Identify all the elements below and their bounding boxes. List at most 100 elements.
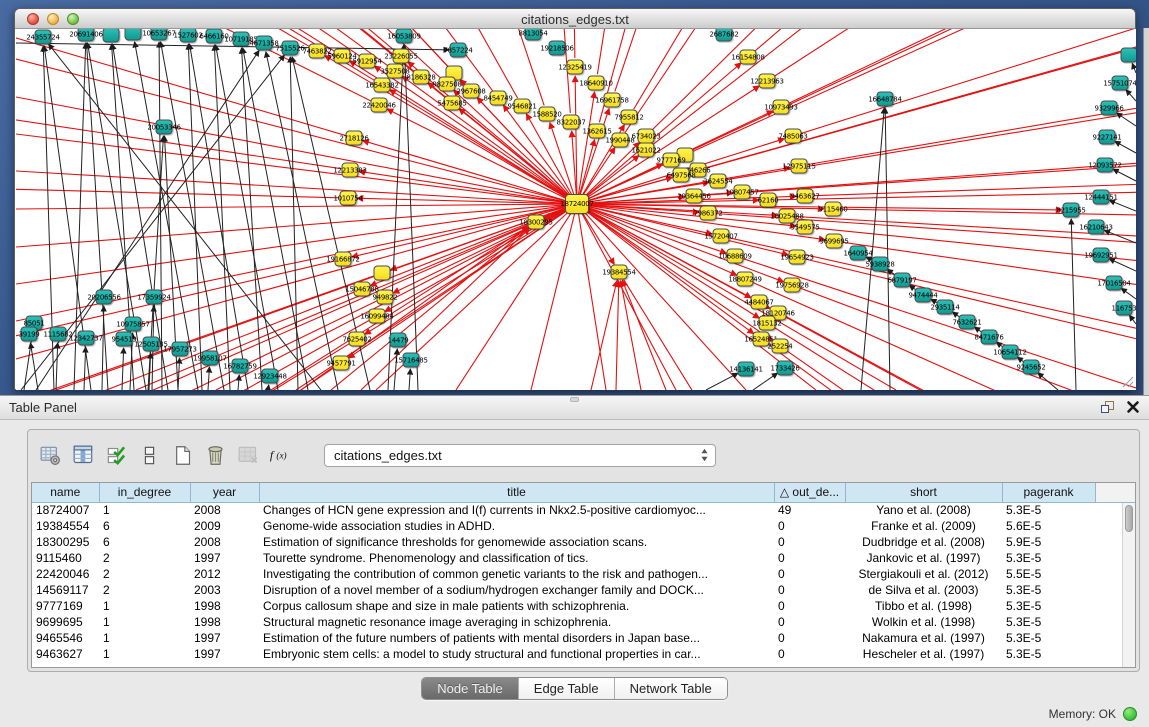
table-row[interactable]: 1456911722003Disruption of a novel membe… (32, 582, 1135, 598)
graph-node[interactable]: 10025488 (779, 209, 796, 224)
graph-node[interactable]: 7955812 (621, 110, 638, 125)
panel-resize-handle[interactable] (570, 397, 579, 402)
graph-node[interactable]: 7515526 (282, 41, 299, 56)
cell-out_degree[interactable]: 0 (774, 582, 845, 598)
cell-title[interactable]: Disruption of a novel member of a sodium… (259, 582, 774, 598)
graph-node[interactable]: 9549575 (797, 220, 814, 235)
cell-short[interactable]: Dudbridge et al. (2008) (845, 534, 1002, 550)
graph-node[interactable]: 12505135 (143, 337, 160, 352)
graph-node[interactable]: 7625402 (349, 332, 366, 347)
graph-node[interactable]: 1362615 (589, 124, 606, 139)
graph-node[interactable]: 18724007 (565, 194, 589, 214)
function-builder-icon[interactable]: f(x) (269, 443, 293, 467)
cell-pagerank[interactable]: 5.9E-5 (1002, 534, 1095, 550)
graph-node[interactable]: 17359924 (146, 290, 163, 305)
graph-node[interactable]: 14136141 (738, 362, 755, 377)
graph-node[interactable]: 18807249 (737, 272, 754, 287)
graph-node[interactable]: 3624554 (710, 174, 727, 189)
graph-node[interactable]: 15751074 (1112, 76, 1129, 91)
graph-node[interactable]: 12444151 (1093, 190, 1110, 205)
graph-node[interactable]: 16053809 (396, 29, 413, 44)
cell-pagerank[interactable]: 5.3E-5 (1002, 550, 1095, 566)
graph-node[interactable]: 2687682 (716, 29, 733, 42)
graph-node[interactable]: 12923448 (262, 369, 279, 384)
graph-node[interactable]: 19654923 (789, 250, 806, 265)
show-columns-icon[interactable] (71, 443, 95, 467)
graph-node[interactable]: 20364456 (686, 189, 703, 204)
cell-in_degree[interactable]: 6 (99, 518, 190, 534)
graph-node[interactable]: 8454749 (490, 91, 507, 106)
cell-short[interactable]: Jankovic et al. (1997) (845, 550, 1002, 566)
graph-node[interactable]: 16543382 (374, 78, 391, 93)
cell-name[interactable]: 9115460 (32, 550, 99, 566)
cell-in_degree[interactable]: 1 (99, 598, 190, 614)
graph-node[interactable]: 10973493 (773, 100, 790, 115)
cell-out_degree[interactable]: 0 (774, 550, 845, 566)
graph-node[interactable]: 10807457 (734, 185, 751, 200)
graph-node[interactable]: 9474444 (915, 288, 932, 303)
graph-node[interactable]: 7857224 (450, 43, 467, 58)
graph-node[interactable] (103, 29, 120, 43)
graph-node[interactable]: 18300295 (528, 215, 545, 230)
graph-node[interactable]: 6734023 (638, 129, 655, 144)
cell-in_degree[interactable]: 1 (99, 502, 190, 518)
graph-node[interactable]: 16099484 (369, 309, 386, 324)
cell-short[interactable]: Stergiakouli et al. (2012) (845, 566, 1002, 582)
cell-year[interactable]: 1997 (190, 550, 259, 566)
cell-year[interactable]: 1997 (190, 646, 259, 662)
column-header-name[interactable]: name (32, 483, 99, 502)
cell-title[interactable]: Estimation of the future numbers of pati… (259, 630, 774, 646)
cell-short[interactable]: Wolkin et al. (1998) (845, 614, 1002, 630)
graph-node[interactable]: 954519 (116, 332, 133, 347)
cell-year[interactable]: 2008 (190, 502, 259, 518)
cell-in_degree[interactable]: 1 (99, 614, 190, 630)
cell-short[interactable]: de Silva et al. (2003) (845, 582, 1002, 598)
table-row[interactable]: 969969511998Structural magnetic resonanc… (32, 614, 1135, 630)
cell-title[interactable]: Corpus callosum shape and size in male p… (259, 598, 774, 614)
graph-node[interactable]: 2967608 (463, 84, 480, 99)
graph-node[interactable]: 9457791 (333, 356, 350, 371)
graph-node[interactable]: 5960124 (334, 49, 351, 64)
graph-node[interactable]: 9463627 (797, 189, 814, 204)
graph-node[interactable]: 1527602 (180, 29, 197, 43)
cell-short[interactable]: Tibbo et al. (1998) (845, 598, 1002, 614)
graph-node[interactable]: 1640954 (850, 246, 867, 261)
delete-table-icon[interactable] (236, 443, 260, 467)
graph-node[interactable]: 9827508 (439, 77, 456, 92)
graph-node[interactable]: 9245652 (1023, 360, 1040, 375)
cell-year[interactable]: 2003 (190, 582, 259, 598)
column-header-year[interactable]: year (190, 483, 259, 502)
graph-node[interactable]: 949822 (377, 290, 394, 305)
graph-node[interactable]: 7986372 (700, 206, 717, 221)
graph-node[interactable]: 3527508 (387, 64, 404, 79)
cell-name[interactable]: 19384554 (32, 518, 99, 534)
cell-short[interactable]: Hescheler et al. (1997) (845, 646, 1002, 662)
graph-node[interactable]: 23226055 (393, 49, 410, 64)
graph-node[interactable]: 6466160 (206, 29, 223, 44)
cell-title[interactable]: Tourette syndrome. Phenomenology and cla… (259, 550, 774, 566)
graph-node[interactable]: 22420046 (371, 98, 388, 113)
cell-pagerank[interactable]: 5.3E-5 (1002, 614, 1095, 630)
cell-year[interactable]: 1998 (190, 598, 259, 614)
cell-short[interactable]: Franke et al. (2009) (845, 518, 1002, 534)
tab-network-table[interactable]: Network Table (614, 678, 727, 699)
cell-in_degree[interactable]: 2 (99, 550, 190, 566)
column-header-in_degree[interactable]: in_degree (99, 483, 190, 502)
table-select-dropdown[interactable]: citations_edges.txt (324, 444, 716, 467)
cell-name[interactable]: 14569117 (32, 582, 99, 598)
graph-node[interactable]: 8813054 (525, 29, 542, 41)
graph-node[interactable]: 19218506 (549, 41, 566, 56)
cell-year[interactable]: 1998 (190, 614, 259, 630)
graph-node[interactable]: 12093572 (1097, 158, 1114, 173)
graph-node[interactable]: 1010754 (340, 191, 357, 206)
graph-node[interactable]: 16648784 (877, 92, 894, 107)
graph-node[interactable]: 1733426 (777, 361, 794, 376)
cell-year[interactable]: 2009 (190, 518, 259, 534)
vertical-scrollbar[interactable] (1122, 503, 1135, 667)
graph-node[interactable]: 7463822 (309, 44, 326, 59)
graph-node[interactable]: 5938928 (872, 257, 889, 272)
cell-short[interactable]: Yano et al. (2008) (845, 502, 1002, 518)
cell-year[interactable]: 2008 (190, 534, 259, 550)
table-row[interactable]: 946554611997Estimation of the future num… (32, 630, 1135, 646)
graph-node[interactable]: 24355724 (35, 30, 52, 45)
